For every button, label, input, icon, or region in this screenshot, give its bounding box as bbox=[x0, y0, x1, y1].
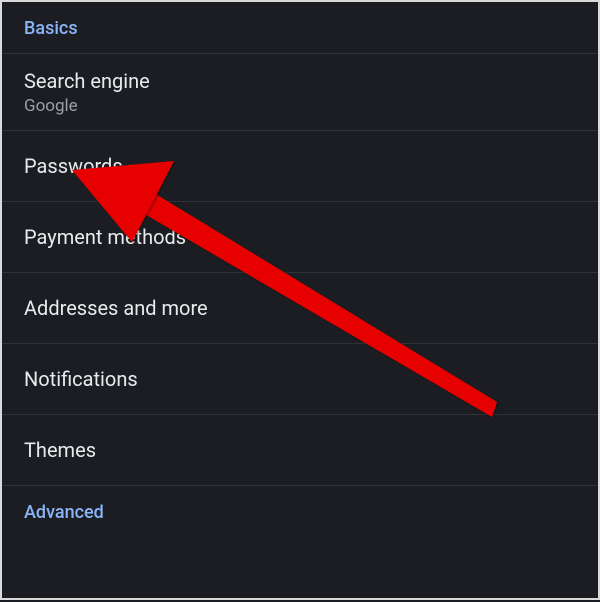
item-title: Search engine bbox=[24, 68, 576, 94]
section-header-basics: Basics bbox=[2, 2, 598, 53]
section-header-advanced: Advanced bbox=[2, 486, 598, 537]
item-title: Notifications bbox=[24, 366, 576, 392]
settings-item-search-engine[interactable]: Search engine Google bbox=[2, 53, 598, 131]
settings-item-passwords[interactable]: Passwords bbox=[2, 131, 598, 202]
item-title: Payment methods bbox=[24, 224, 576, 250]
settings-item-notifications[interactable]: Notifications bbox=[2, 344, 598, 415]
settings-item-addresses[interactable]: Addresses and more bbox=[2, 273, 598, 344]
item-title: Passwords bbox=[24, 153, 576, 179]
item-subtitle: Google bbox=[24, 96, 576, 116]
settings-item-themes[interactable]: Themes bbox=[2, 415, 598, 486]
settings-item-payment-methods[interactable]: Payment methods bbox=[2, 202, 598, 273]
item-title: Themes bbox=[24, 437, 576, 463]
item-title: Addresses and more bbox=[24, 295, 576, 321]
settings-list: Basics Search engine Google Passwords Pa… bbox=[2, 2, 598, 598]
